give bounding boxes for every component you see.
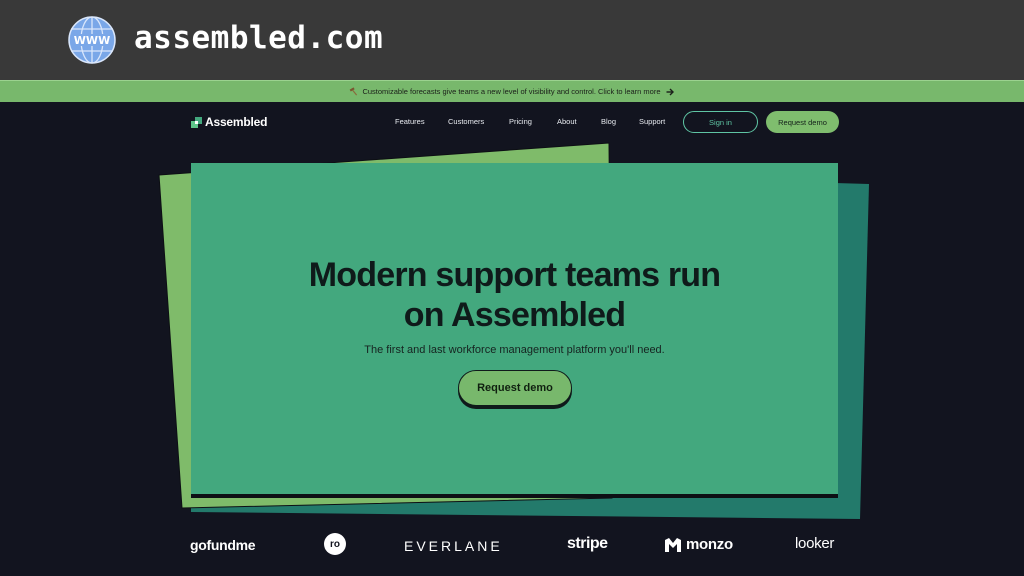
arrow-right-icon (666, 88, 674, 95)
hero-card: Modern support teams run on Assembled Th… (191, 163, 838, 498)
nav-customers[interactable]: Customers (448, 117, 484, 126)
nav-pricing[interactable]: Pricing (509, 117, 532, 126)
site-page: Assembled Features Customers Pricing Abo… (0, 102, 1024, 576)
hero-title: Modern support teams run on Assembled (191, 255, 838, 335)
customer-logos: gofundme ro EVERLANE stripe monzo looker (0, 532, 1024, 562)
hero-subtitle: The first and last workforce management … (364, 344, 665, 356)
globe-icon: WWW (68, 16, 116, 64)
announcement-banner[interactable]: Customizable forecasts give teams a new … (0, 80, 1024, 102)
brand-logo[interactable]: Assembled (191, 115, 267, 129)
gofundme-logo: gofundme (190, 537, 256, 553)
monzo-logo: monzo (665, 536, 733, 553)
hero-title-line-2: on Assembled (403, 296, 626, 334)
brand-name: Assembled (205, 115, 268, 129)
monzo-mark-icon (665, 537, 681, 552)
hero-title-line-1: Modern support teams run (308, 256, 721, 294)
svg-text:WWW: WWW (74, 34, 110, 47)
address-header: WWW assembled.com (0, 0, 1024, 80)
everlane-logo: EVERLANE (404, 538, 503, 554)
nav-request-demo-button[interactable]: Request demo (766, 111, 839, 133)
stripe-logo: stripe (567, 535, 608, 553)
gofundme-logo-text: gofundme (190, 537, 256, 553)
nav-support[interactable]: Support (639, 117, 665, 126)
banner-text: Customizable forecasts give teams a new … (362, 87, 661, 96)
hammer-icon (350, 87, 358, 96)
ro-logo: ro (324, 533, 346, 555)
url-text[interactable]: assembled.com (134, 20, 383, 56)
nav-blog[interactable]: Blog (601, 117, 616, 126)
nav-about[interactable]: About (557, 117, 577, 126)
assembled-logo-icon (191, 116, 202, 128)
stripe-logo-text: stripe (567, 535, 608, 552)
ro-logo-text: ro (330, 538, 340, 550)
looker-logo-text: looker (795, 535, 835, 552)
hero-request-demo-button[interactable]: Request demo (458, 370, 572, 406)
looker-logo: looker (795, 535, 834, 552)
sign-in-button[interactable]: Sign in (683, 111, 758, 133)
everlane-logo-text: EVERLANE (404, 538, 503, 554)
nav-features[interactable]: Features (395, 117, 425, 126)
monzo-logo-text: monzo (686, 536, 733, 553)
